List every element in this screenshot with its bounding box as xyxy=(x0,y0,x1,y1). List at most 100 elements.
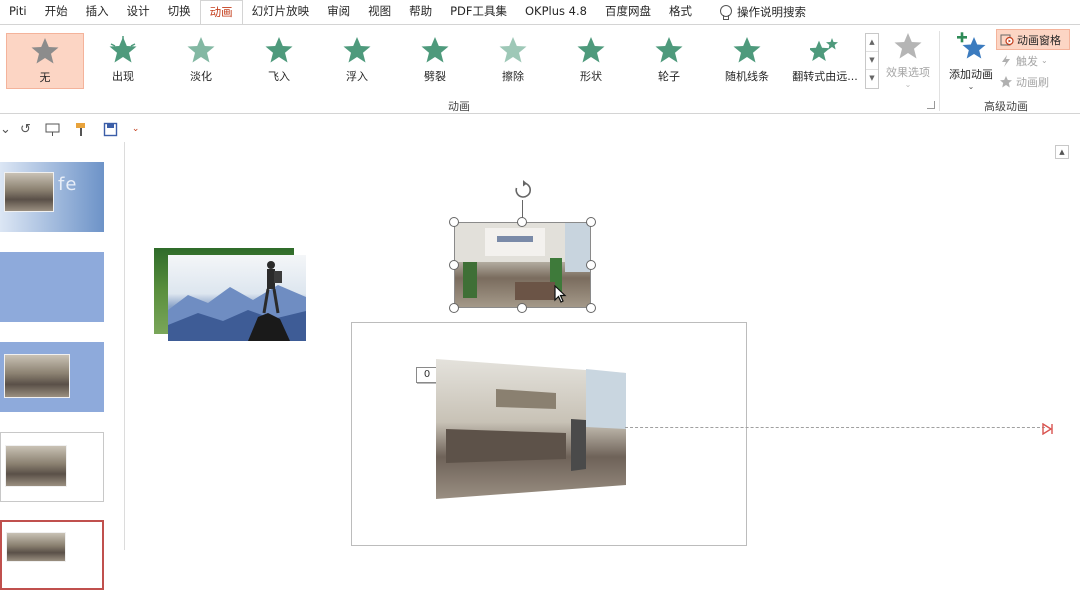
star-appear-icon xyxy=(109,36,137,63)
animation-gallery-item[interactable]: 浮入 xyxy=(318,33,396,89)
effect-options-button[interactable]: 效果选项 ⌄ xyxy=(882,31,934,91)
tab-home[interactable]: 开始 xyxy=(36,0,77,24)
tab-baidu-netdisk[interactable]: 百度网盘 xyxy=(596,0,660,24)
format-painter-icon[interactable] xyxy=(74,120,89,138)
animation-group-label: 动画 xyxy=(448,100,470,113)
tab-okplus[interactable]: OKPlus 4.8 xyxy=(516,0,596,24)
add-animation-button[interactable]: 添加动画 ⌄ xyxy=(946,31,996,91)
presentation-icon[interactable] xyxy=(45,120,60,138)
slide-thumbnail-3[interactable] xyxy=(0,342,104,412)
motion-path-end-icon[interactable] xyxy=(1042,420,1054,436)
resize-handle-top-right[interactable] xyxy=(586,217,596,227)
resize-handle-bottom-left[interactable] xyxy=(449,303,459,313)
redo-icon[interactable]: ↺ xyxy=(20,120,31,138)
selection-frame xyxy=(454,222,591,308)
trigger-button[interactable]: 触发 ⌄ xyxy=(996,50,1070,71)
thumbnail-photo xyxy=(6,532,66,562)
animation-gallery-item[interactable]: 形状 xyxy=(552,33,630,89)
animation-gallery-item[interactable]: 淡化 xyxy=(162,33,240,89)
customize-icon[interactable]: ⌄ xyxy=(132,120,140,138)
tab-review[interactable]: 审阅 xyxy=(318,0,359,24)
resize-handle-bottom[interactable] xyxy=(517,303,527,313)
dialog-launcher-icon[interactable] xyxy=(927,101,935,109)
animation-gallery-item[interactable]: 翻转式由远... xyxy=(786,33,864,89)
slide-thumbnail-2[interactable] xyxy=(0,252,104,322)
resize-handle-top[interactable] xyxy=(517,217,527,227)
tab-pdf-tools[interactable]: PDF工具集 xyxy=(441,0,516,24)
animation-pane-label: 动画窗格 xyxy=(1017,33,1061,47)
gallery-more-icon[interactable]: ▼ xyxy=(866,70,878,88)
tab-view[interactable]: 视图 xyxy=(359,0,400,24)
tab-insert[interactable]: 插入 xyxy=(77,0,118,24)
animation-gallery-item[interactable]: 出现 xyxy=(84,33,162,89)
thumbnail-photo xyxy=(4,354,70,398)
star-grow-turn-icon xyxy=(810,38,838,62)
thumbnail-photo xyxy=(4,172,54,212)
animation-gallery-label: 形状 xyxy=(580,70,602,83)
animation-gallery-label: 浮入 xyxy=(346,70,368,83)
animation-painter-label: 动画刷 xyxy=(1016,75,1049,89)
undo-dropdown-icon[interactable]: ⌄ xyxy=(0,120,11,138)
animation-gallery-item[interactable]: 无 xyxy=(6,33,84,89)
animation-gallery-label: 无 xyxy=(39,71,51,84)
perspective-office-photo xyxy=(436,359,626,499)
tab-animations[interactable]: 动画 xyxy=(199,0,243,25)
animated-office-photo[interactable] xyxy=(436,359,626,499)
tab-piti[interactable]: Piti xyxy=(0,0,36,24)
animation-gallery-label: 劈裂 xyxy=(424,70,446,83)
slide-thumbnail-1[interactable]: fe xyxy=(0,162,104,232)
animation-gallery-label: 飞入 xyxy=(268,70,290,83)
search-label: 操作说明搜索 xyxy=(736,5,806,19)
slide-thumbnail-4[interactable] xyxy=(0,432,104,502)
tab-transitions[interactable]: 切换 xyxy=(159,0,200,24)
animation-gallery-label: 翻转式由远... xyxy=(792,70,858,83)
animation-gallery-item[interactable]: 轮子 xyxy=(630,33,708,89)
save-icon[interactable] xyxy=(103,120,118,138)
tab-help[interactable]: 帮助 xyxy=(400,0,441,24)
resize-handle-left[interactable] xyxy=(449,260,459,270)
star-fade-icon xyxy=(187,37,215,63)
add-animation-label: 添加动画 xyxy=(949,68,993,81)
tell-me-search[interactable]: 操作说明搜索 xyxy=(719,4,806,20)
effect-options-star-icon xyxy=(894,33,922,59)
gallery-scroll-up-icon[interactable]: ▲ xyxy=(866,34,878,52)
chevron-down-icon: ⌄ xyxy=(904,80,912,89)
slide-thumbnail-5-selected[interactable] xyxy=(0,520,104,590)
advanced-animation-list: 动画窗格 触发 ⌄ 动画刷 xyxy=(996,29,1070,92)
tab-slideshow[interactable]: 幻灯片放映 xyxy=(243,0,319,24)
animation-gallery-item[interactable]: 飞入 xyxy=(240,33,318,89)
menu-bar: Piti 开始 插入 设计 切换 动画 幻灯片放映 审阅 视图 帮助 PDF工具… xyxy=(0,0,1080,25)
animation-order-badge[interactable]: 0 xyxy=(416,367,438,383)
tab-format[interactable]: 格式 xyxy=(660,0,701,24)
chevron-down-icon: ⌄ xyxy=(967,82,975,91)
animation-gallery-item[interactable]: 擦除 xyxy=(474,33,552,89)
star-wipe-icon xyxy=(499,37,527,63)
effect-options-label: 效果选项 xyxy=(886,66,930,79)
rotate-handle-icon[interactable] xyxy=(513,180,533,200)
thumbnail-photo xyxy=(5,445,67,487)
resize-handle-bottom-right[interactable] xyxy=(586,303,596,313)
tab-design[interactable]: 设计 xyxy=(118,0,159,24)
animation-gallery-item[interactable]: 随机线条 xyxy=(708,33,786,89)
group-separator xyxy=(939,31,940,111)
animation-painter-button[interactable]: 动画刷 xyxy=(996,71,1070,92)
animation-gallery-label: 随机线条 xyxy=(725,70,769,83)
gallery-scroll-down-icon[interactable]: ▼ xyxy=(866,52,878,70)
lightbulb-icon xyxy=(719,4,732,20)
star-fly-in-icon xyxy=(265,37,293,63)
animation-gallery: 无 出现 淡化 飞入 浮入 劈裂 擦除 形状 轮子 随机线条 翻转式由远... xyxy=(6,33,864,89)
star-shape-icon xyxy=(577,37,605,63)
animation-gallery-label: 擦除 xyxy=(502,70,524,83)
thumbnail-title: fe xyxy=(58,174,78,195)
resize-handle-right[interactable] xyxy=(586,260,596,270)
gallery-scroll: ▲ ▼ ▼ xyxy=(865,33,879,89)
resize-handle-top-left[interactable] xyxy=(449,217,459,227)
animation-pane-button[interactable]: 动画窗格 xyxy=(996,29,1070,50)
mountain-hiker-photo[interactable] xyxy=(168,255,306,341)
add-animation-star-icon xyxy=(957,32,986,59)
scroll-up-icon[interactable]: ▲ xyxy=(1055,145,1069,159)
animation-gallery-item[interactable]: 劈裂 xyxy=(396,33,474,89)
motion-path-line[interactable] xyxy=(625,427,1045,428)
trigger-label: 触发 xyxy=(1016,54,1038,68)
advanced-animation-group-label: 高级动画 xyxy=(984,100,1028,113)
